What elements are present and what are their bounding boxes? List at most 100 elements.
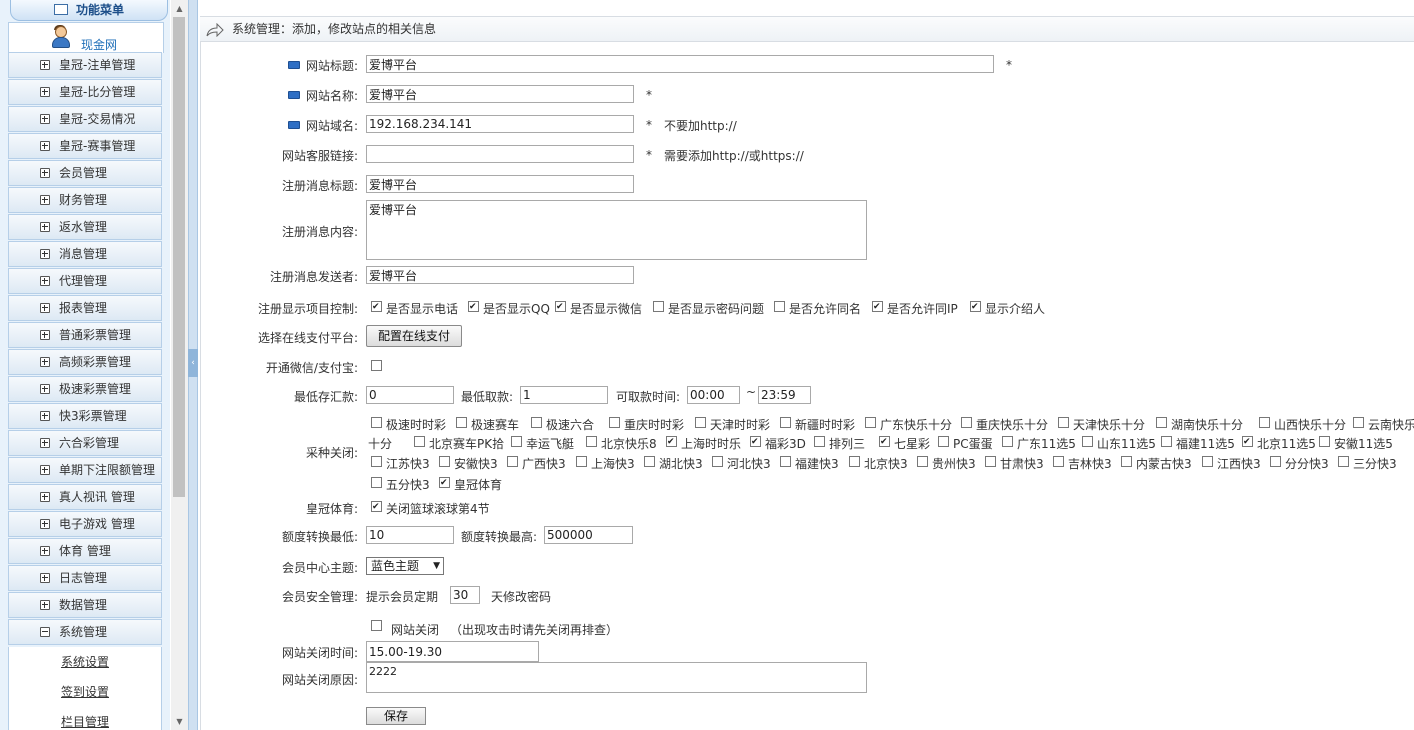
reg-display-checkbox[interactable]	[970, 301, 981, 312]
reg-display-checkbox[interactable]	[468, 301, 479, 312]
configure-payment-button[interactable]: 配置在线支付	[366, 325, 462, 347]
close-time-input[interactable]	[366, 641, 539, 662]
sidebar-item[interactable]: 代理管理	[8, 268, 162, 294]
sidebar-subitem-link[interactable]: 栏目管理	[61, 715, 109, 729]
lottery-checkbox[interactable]	[531, 417, 542, 428]
lottery-checkbox[interactable]	[371, 417, 382, 428]
lottery-checkbox[interactable]	[1156, 417, 1167, 428]
site-name-input[interactable]	[366, 85, 634, 103]
quota-min-input[interactable]	[366, 526, 454, 544]
lottery-checkbox[interactable]	[1242, 436, 1253, 447]
sidebar-item[interactable]: 皇冠-注单管理	[8, 52, 162, 78]
lottery-checkbox[interactable]	[439, 456, 450, 467]
sidebar-item[interactable]: 电子游戏 管理	[8, 511, 162, 537]
scroll-up-arrow-icon[interactable]: ▲	[171, 0, 188, 17]
lottery-checkbox[interactable]	[780, 417, 791, 428]
lottery-checkbox[interactable]	[938, 436, 949, 447]
sidebar-item[interactable]: 数据管理	[8, 592, 162, 618]
lottery-checkbox[interactable]	[750, 436, 761, 447]
sidebar-item[interactable]: 体育 管理	[8, 538, 162, 564]
sidebar-subitem-link[interactable]: 签到设置	[61, 685, 109, 699]
lottery-checkbox[interactable]	[439, 477, 450, 488]
lottery-checkbox[interactable]	[712, 456, 723, 467]
sidebar-item[interactable]: 六合彩管理	[8, 430, 162, 456]
service-link-input[interactable]	[366, 145, 634, 163]
sidebar-item[interactable]: 单期下注限额管理	[8, 457, 162, 483]
lottery-checkbox[interactable]	[1338, 456, 1349, 467]
lottery-checkbox[interactable]	[1259, 417, 1270, 428]
sidebar-subitem-link[interactable]: 系统设置	[61, 655, 109, 669]
close-reason-textarea[interactable]: 2222	[366, 662, 867, 693]
lottery-checkbox[interactable]	[371, 477, 382, 488]
lottery-checkbox[interactable]	[961, 417, 972, 428]
sidebar-item[interactable]: 普通彩票管理	[8, 322, 162, 348]
lottery-checkbox[interactable]	[985, 456, 996, 467]
withdraw-time-to-input[interactable]	[758, 386, 811, 404]
withdraw-time-from-input[interactable]	[687, 386, 740, 404]
lottery-checkbox[interactable]	[507, 456, 518, 467]
lottery-checkbox[interactable]	[1082, 436, 1093, 447]
reg-msg-sender-input[interactable]	[366, 266, 634, 284]
sidebar-item[interactable]: 皇冠-赛事管理	[8, 133, 162, 159]
lottery-checkbox[interactable]	[456, 417, 467, 428]
min-deposit-input[interactable]	[366, 386, 454, 404]
lottery-checkbox[interactable]	[1121, 456, 1132, 467]
min-withdraw-input[interactable]	[520, 386, 608, 404]
sidebar-item[interactable]: 财务管理	[8, 187, 162, 213]
reg-display-checkbox[interactable]	[872, 301, 883, 312]
lottery-checkbox[interactable]	[609, 417, 620, 428]
scroll-down-arrow-icon[interactable]: ▼	[171, 713, 188, 730]
lottery-checkbox[interactable]	[586, 436, 597, 447]
lottery-checkbox[interactable]	[576, 456, 587, 467]
wechat-alipay-checkbox[interactable]	[371, 360, 382, 371]
lottery-checkbox[interactable]	[1270, 456, 1281, 467]
lottery-checkbox[interactable]	[849, 456, 860, 467]
lottery-checkbox[interactable]	[865, 417, 876, 428]
sidebar-item[interactable]: 高频彩票管理	[8, 349, 162, 375]
lottery-checkbox[interactable]	[666, 436, 677, 447]
lottery-checkbox[interactable]	[1161, 436, 1172, 447]
lottery-checkbox[interactable]	[414, 436, 425, 447]
save-button[interactable]: 保存	[366, 707, 426, 725]
reg-display-checkbox[interactable]	[555, 301, 566, 312]
lottery-checkbox[interactable]	[879, 436, 890, 447]
sidebar-item[interactable]: 报表管理	[8, 295, 162, 321]
sidebar-item[interactable]: 皇冠-比分管理	[8, 79, 162, 105]
lottery-checkbox[interactable]	[814, 436, 825, 447]
lottery-checkbox[interactable]	[1319, 436, 1330, 447]
password-days-input[interactable]	[450, 586, 480, 604]
sidebar-item[interactable]: 极速彩票管理	[8, 376, 162, 402]
sidebar-item[interactable]: 系统管理	[8, 619, 162, 645]
sidebar-item[interactable]: 快3彩票管理	[8, 403, 162, 429]
user-name[interactable]: 现金网	[81, 36, 117, 53]
scroll-thumb[interactable]	[173, 17, 185, 497]
lottery-checkbox[interactable]	[1202, 456, 1213, 467]
theme-select[interactable]: 蓝色主题 ▼	[366, 557, 444, 575]
sidebar-scrollbar[interactable]: ▲ ▼	[171, 0, 188, 730]
lottery-checkbox[interactable]	[371, 456, 382, 467]
sidebar-item[interactable]: 会员管理	[8, 160, 162, 186]
lottery-checkbox[interactable]	[780, 456, 791, 467]
reg-display-checkbox[interactable]	[653, 301, 664, 312]
lottery-checkbox[interactable]	[1002, 436, 1013, 447]
close-basketball-checkbox[interactable]	[371, 501, 382, 512]
reg-display-checkbox[interactable]	[774, 301, 785, 312]
reg-msg-content-textarea[interactable]: 爱博平台	[366, 200, 867, 260]
quota-max-input[interactable]	[544, 526, 633, 544]
lottery-checkbox[interactable]	[1353, 417, 1364, 428]
reg-display-checkbox[interactable]	[371, 301, 382, 312]
site-domain-input[interactable]	[366, 115, 634, 133]
lottery-checkbox[interactable]	[1053, 456, 1064, 467]
lottery-checkbox[interactable]	[917, 456, 928, 467]
reg-msg-title-input[interactable]	[366, 175, 634, 193]
sidebar-item[interactable]: 消息管理	[8, 241, 162, 267]
sidebar-item[interactable]: 真人视讯 管理	[8, 484, 162, 510]
lottery-checkbox[interactable]	[1058, 417, 1069, 428]
sidebar-item[interactable]: 日志管理	[8, 565, 162, 591]
sidebar-item[interactable]: 皇冠-交易情况	[8, 106, 162, 132]
site-title-input[interactable]	[366, 55, 994, 73]
collapse-sidebar-icon[interactable]: ‹	[188, 349, 198, 377]
sidebar-item[interactable]: 返水管理	[8, 214, 162, 240]
lottery-checkbox[interactable]	[695, 417, 706, 428]
lottery-checkbox[interactable]	[511, 436, 522, 447]
